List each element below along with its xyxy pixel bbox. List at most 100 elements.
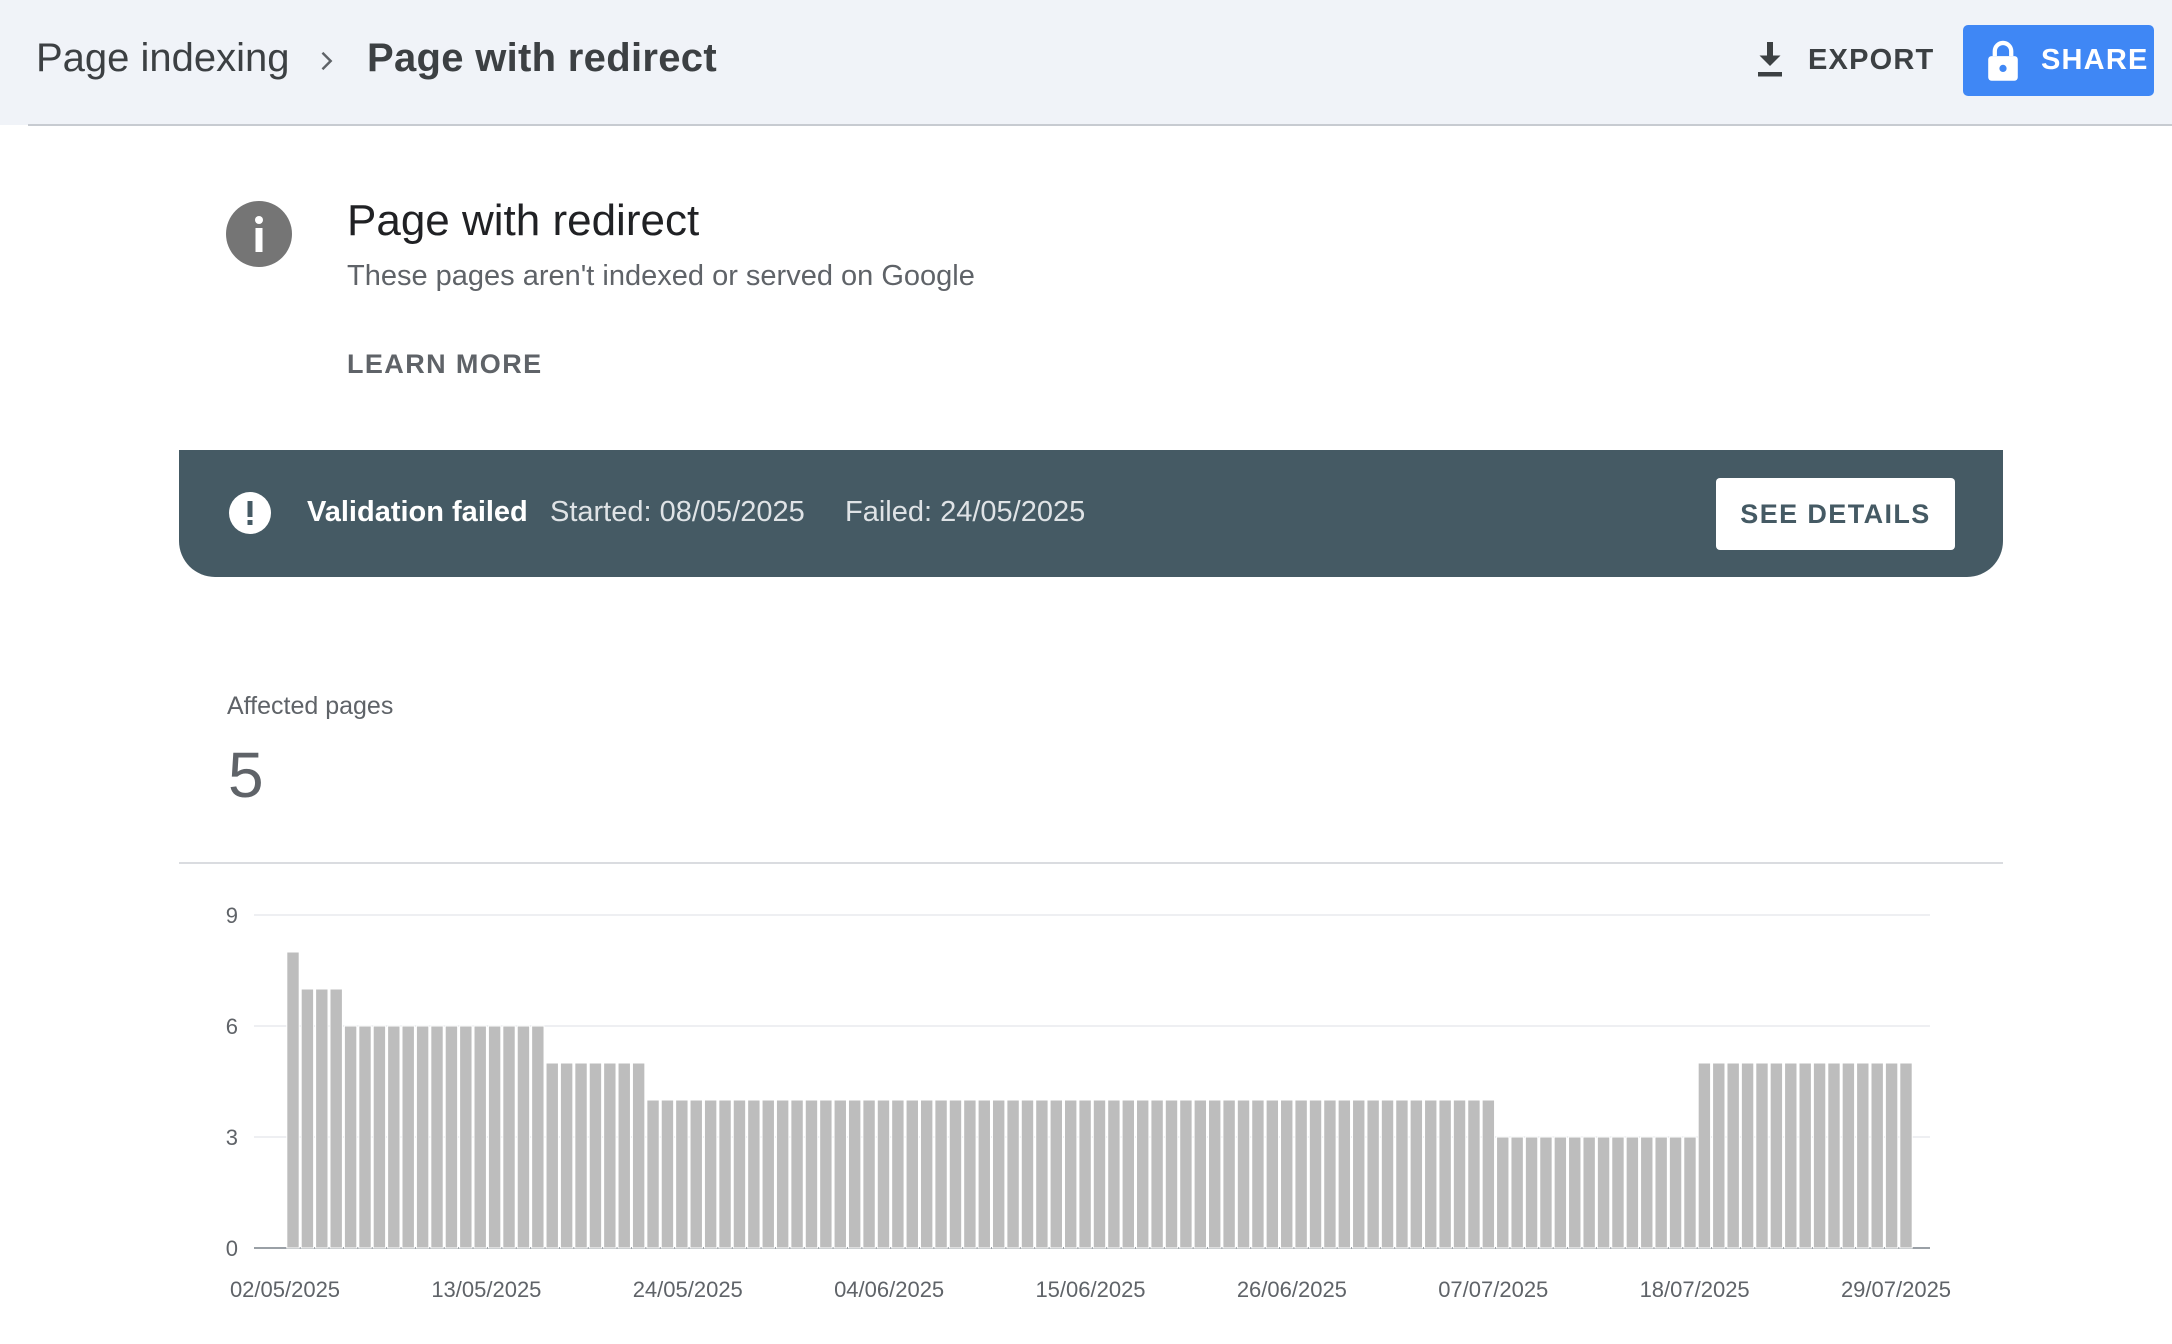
y-tick-label: 6 — [226, 1014, 238, 1039]
bar — [891, 1099, 905, 1249]
bar — [1136, 1099, 1150, 1249]
bar — [1784, 1062, 1798, 1249]
bar — [1121, 1099, 1136, 1249]
bar — [1812, 1062, 1827, 1249]
learn-more-link[interactable]: LEARN MORE — [347, 349, 543, 380]
x-tick-label: 02/05/2025 — [230, 1277, 340, 1302]
bar — [1020, 1099, 1035, 1249]
breadcrumb-current: Page with redirect — [367, 36, 717, 80]
bar — [934, 1099, 948, 1249]
bar — [1884, 1062, 1899, 1249]
bar — [1078, 1099, 1092, 1249]
x-tick-label: 13/05/2025 — [431, 1277, 541, 1302]
bar — [1654, 1136, 1668, 1249]
export-button[interactable]: EXPORT — [1752, 30, 1942, 90]
bar — [1035, 1099, 1049, 1249]
bar — [1712, 1062, 1726, 1249]
bar — [1467, 1099, 1481, 1249]
summary-divider — [179, 862, 2003, 864]
lock-icon — [1988, 40, 2018, 81]
bar — [1366, 1099, 1380, 1249]
bar — [1395, 1099, 1409, 1249]
bar — [1611, 1136, 1625, 1249]
bar — [775, 1099, 790, 1249]
bar — [1265, 1099, 1280, 1249]
affected-pages-chart: 0 3 6 9 02/05/2025 13/05/2025 24/05/2025 04/06/… — [226, 903, 1951, 1302]
bar — [545, 1062, 559, 1249]
bar — [1755, 1062, 1769, 1249]
bar — [761, 1099, 775, 1249]
bar — [905, 1099, 919, 1249]
bar — [703, 1099, 718, 1249]
affected-pages-count: 5 — [228, 739, 264, 811]
bar — [1208, 1099, 1222, 1249]
x-tick-label: 26/06/2025 — [1237, 1277, 1347, 1302]
see-details-button[interactable]: SEE DETAILS — [1716, 478, 1955, 550]
bar — [675, 1099, 689, 1249]
bar — [660, 1099, 675, 1249]
bar — [1063, 1099, 1078, 1249]
bar — [358, 1025, 372, 1249]
bar — [1006, 1099, 1020, 1249]
bar — [1092, 1099, 1107, 1249]
bar — [689, 1099, 703, 1249]
x-tick-label: 18/07/2025 — [1640, 1277, 1750, 1302]
bar — [1337, 1099, 1352, 1249]
bar — [1179, 1099, 1193, 1249]
bar — [574, 1062, 588, 1249]
bar — [977, 1099, 991, 1249]
bar — [617, 1062, 631, 1249]
bar — [329, 988, 343, 1249]
bar — [790, 1099, 804, 1249]
chevron-right-icon — [321, 51, 333, 71]
bar — [819, 1099, 833, 1249]
info-icon — [226, 201, 292, 267]
validation-banner: Validation failed Started: 08/05/2025 Fa… — [179, 450, 2003, 577]
bar — [1164, 1099, 1179, 1249]
bar — [1899, 1062, 1913, 1249]
bar — [1798, 1062, 1812, 1249]
bar — [1294, 1099, 1308, 1249]
affected-pages-label: Affected pages — [227, 692, 394, 720]
bar — [603, 1062, 617, 1249]
share-button[interactable]: SHARE — [1963, 25, 2154, 96]
bar — [646, 1099, 660, 1249]
bar — [1625, 1136, 1640, 1249]
x-tick-label: 15/06/2025 — [1035, 1277, 1145, 1302]
bar — [1856, 1062, 1870, 1249]
bar — [862, 1099, 876, 1249]
top-bar: Page indexing Page with redirect EXPORT … — [0, 0, 2172, 126]
bar — [876, 1099, 891, 1249]
x-tick-label: 29/07/2025 — [1841, 1277, 1951, 1302]
bar — [1107, 1099, 1121, 1249]
y-tick-label: 0 — [226, 1236, 238, 1261]
bar — [1308, 1099, 1323, 1249]
bar — [747, 1099, 761, 1249]
bar — [372, 1025, 387, 1249]
bar — [631, 1062, 646, 1249]
y-tick-label: 9 — [226, 903, 238, 928]
bar — [1827, 1062, 1841, 1249]
y-tick-label: 3 — [226, 1125, 238, 1150]
x-tick-label: 04/06/2025 — [834, 1277, 944, 1302]
bar — [1697, 1062, 1712, 1249]
bar — [1640, 1136, 1654, 1249]
bar — [1769, 1062, 1784, 1249]
bar — [718, 1099, 732, 1249]
breadcrumb-root[interactable]: Page indexing — [36, 36, 290, 81]
bar — [1596, 1136, 1611, 1249]
bar — [1280, 1099, 1294, 1249]
bar — [1510, 1136, 1524, 1249]
bar — [1740, 1062, 1755, 1249]
bar — [531, 1025, 545, 1249]
x-tick-label: 07/07/2025 — [1438, 1277, 1548, 1302]
bar — [1481, 1099, 1496, 1249]
bar — [1452, 1099, 1467, 1249]
bar — [300, 988, 315, 1249]
bar — [516, 1025, 531, 1249]
validation-status: Validation failed — [307, 496, 528, 528]
bar — [833, 1099, 847, 1249]
bar — [1049, 1099, 1063, 1249]
bar — [1409, 1099, 1424, 1249]
bar — [919, 1099, 934, 1249]
